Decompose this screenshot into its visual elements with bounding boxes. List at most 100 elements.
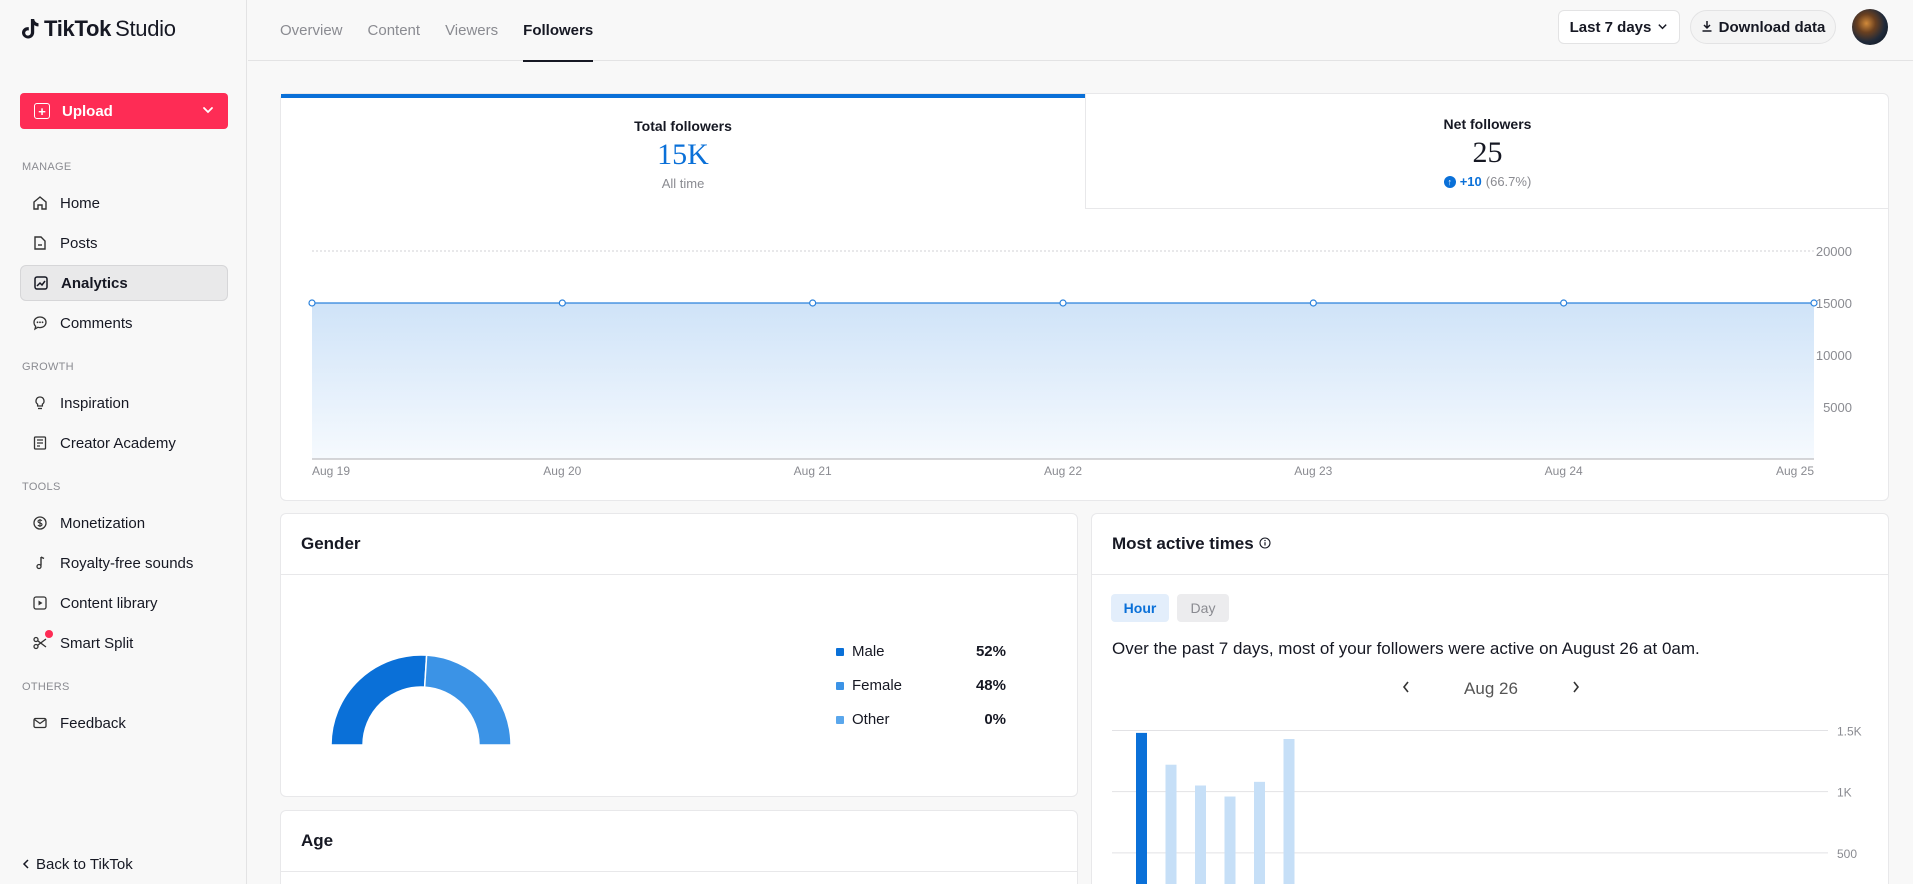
delta-percent: (66.7%): [1485, 174, 1532, 189]
chevron-left-icon[interactable]: [1401, 679, 1411, 699]
y-tick-label: 500: [1837, 847, 1857, 861]
y-tick-label: 20000: [1816, 244, 1852, 259]
sidebar-item-posts[interactable]: Posts: [20, 225, 228, 261]
metric-title: Net followers: [1443, 116, 1532, 132]
sidebar-item-label: Posts: [60, 234, 98, 252]
gender-donut-chart: [331, 654, 512, 746]
active-times-bar-chart: 500 1K 1.5K: [1112, 724, 1862, 884]
sidebar-item-label: Inspiration: [60, 394, 130, 412]
avatar[interactable]: [1852, 9, 1888, 45]
legend-value: 52%: [975, 643, 1006, 660]
y-tick-label: 1.5K: [1837, 724, 1862, 738]
sidebar-item-smart-split[interactable]: Smart Split: [20, 625, 228, 661]
area-fill: [312, 303, 1814, 459]
chevron-down-icon[interactable]: [202, 103, 214, 120]
followers-line-chart: 5000 10000 15000 20000 Aug 19 Aug 20 Aug 21 Aug…: [308, 244, 1852, 478]
tiktok-logo-icon: [22, 19, 39, 39]
x-tick-label: Aug 19: [312, 464, 350, 478]
active-date: Aug 26: [1464, 679, 1518, 698]
sidebar-item-creator-academy[interactable]: Creator Academy: [20, 425, 228, 461]
legend-label: Other: [852, 711, 890, 728]
sidebar-item-inspiration[interactable]: Inspiration: [20, 385, 228, 421]
metric-total-followers[interactable]: Total followers 15K All time: [281, 94, 1085, 209]
toggle-day[interactable]: Day: [1177, 594, 1229, 622]
x-tick-label: Aug 25: [1776, 464, 1814, 478]
gender-legend-other: Other 0%: [836, 711, 1006, 728]
data-point: [809, 299, 817, 307]
tab-viewers[interactable]: Viewers: [445, 0, 498, 61]
bar: [1195, 785, 1206, 884]
dollar-icon: [32, 515, 48, 531]
gender-legend-male: Male 52%: [836, 643, 1006, 660]
active-times-summary: Over the past 7 days, most of your follo…: [1112, 639, 1700, 658]
sidebar-item-label: Monetization: [60, 514, 146, 532]
arrow-up-icon: ↑: [1443, 175, 1456, 188]
date-range-select[interactable]: Last 7 days: [1558, 10, 1680, 44]
sidebar-item-comments[interactable]: Comments: [20, 305, 228, 341]
upload-button[interactable]: + Upload: [20, 93, 228, 129]
info-icon[interactable]: [1259, 534, 1271, 554]
tiktok-studio-logo[interactable]: TikTok Studio: [20, 14, 176, 44]
back-to-tiktok-link[interactable]: Back to TikTok: [22, 856, 133, 873]
topbar: Overview Content Viewers Followers Last …: [248, 0, 1913, 62]
sidebar: TikTok Studio + Upload MANAGE Home Posts…: [0, 0, 247, 884]
music-note-icon: [32, 555, 48, 571]
legend-label: Male: [852, 643, 885, 660]
y-tick-label: 10000: [1816, 348, 1852, 363]
metric-title: Total followers: [634, 118, 732, 134]
metric-net-followers[interactable]: Net followers 25 ↑ +10 (66.7%): [1085, 94, 1889, 209]
chevron-right-icon[interactable]: [1571, 679, 1581, 699]
delta-value: +10: [1459, 174, 1482, 189]
data-point: [1810, 299, 1818, 307]
sidebar-item-label: Content library: [60, 594, 158, 612]
scissors-icon: [32, 635, 48, 651]
date-navigator: Aug 26: [1401, 679, 1581, 699]
brand-name: TikTok: [44, 16, 112, 41]
bar: [1254, 781, 1265, 884]
tab-content[interactable]: Content: [368, 0, 421, 61]
academy-icon: [32, 435, 48, 451]
lightbulb-icon: [32, 395, 48, 411]
active-times-title: Most active times: [1112, 534, 1254, 553]
sidebar-item-monetization[interactable]: Monetization: [20, 505, 228, 541]
metric-delta: ↑ +10 (66.7%): [1086, 174, 1889, 189]
metric-value: 25: [1472, 136, 1503, 169]
download-label: Download data: [1718, 18, 1826, 36]
date-range-value: Last 7 days: [1569, 18, 1652, 36]
tab-overview[interactable]: Overview: [280, 0, 343, 61]
y-tick-label: 5000: [1823, 400, 1852, 415]
followers-overview-card: Total followers 15K All time Net followe…: [280, 93, 1889, 501]
sidebar-item-analytics[interactable]: Analytics: [20, 265, 228, 301]
legend-swatch: [836, 681, 844, 690]
gender-title: Gender: [301, 534, 361, 553]
metric-value: 15K: [657, 138, 709, 171]
upload-label: Upload: [62, 102, 113, 120]
section-label-manage: MANAGE: [22, 161, 72, 173]
x-tick-label: Aug 20: [543, 464, 581, 478]
sidebar-item-label: Royalty-free sounds: [60, 554, 194, 572]
y-tick-label: 15000: [1816, 296, 1852, 311]
chevron-down-icon: [1657, 19, 1668, 36]
bar: [1136, 732, 1147, 884]
section-label-growth: GROWTH: [22, 361, 74, 373]
mail-icon: [32, 715, 48, 731]
data-point: [1059, 299, 1067, 307]
legend-value: 0%: [984, 711, 1006, 728]
gender-legend-female: Female 48%: [836, 677, 1006, 694]
legend-value: 48%: [975, 677, 1006, 694]
sidebar-item-label: Creator Academy: [60, 434, 176, 452]
metric-subtitle: All time: [661, 176, 705, 191]
toggle-hour[interactable]: Hour: [1111, 594, 1169, 622]
download-data-button[interactable]: Download data: [1690, 10, 1836, 44]
data-point: [1309, 299, 1317, 307]
sidebar-item-label: Feedback: [60, 714, 126, 732]
divider: [281, 574, 1077, 575]
play-icon: [32, 595, 48, 611]
sidebar-item-home[interactable]: Home: [20, 185, 228, 221]
download-icon: [1701, 19, 1713, 36]
sidebar-item-feedback[interactable]: Feedback: [20, 705, 228, 741]
sidebar-item-content-library[interactable]: Content library: [20, 585, 228, 621]
tab-followers[interactable]: Followers: [523, 0, 594, 62]
sidebar-item-royalty-free-sounds[interactable]: Royalty-free sounds: [20, 545, 228, 581]
posts-icon: [32, 235, 48, 251]
